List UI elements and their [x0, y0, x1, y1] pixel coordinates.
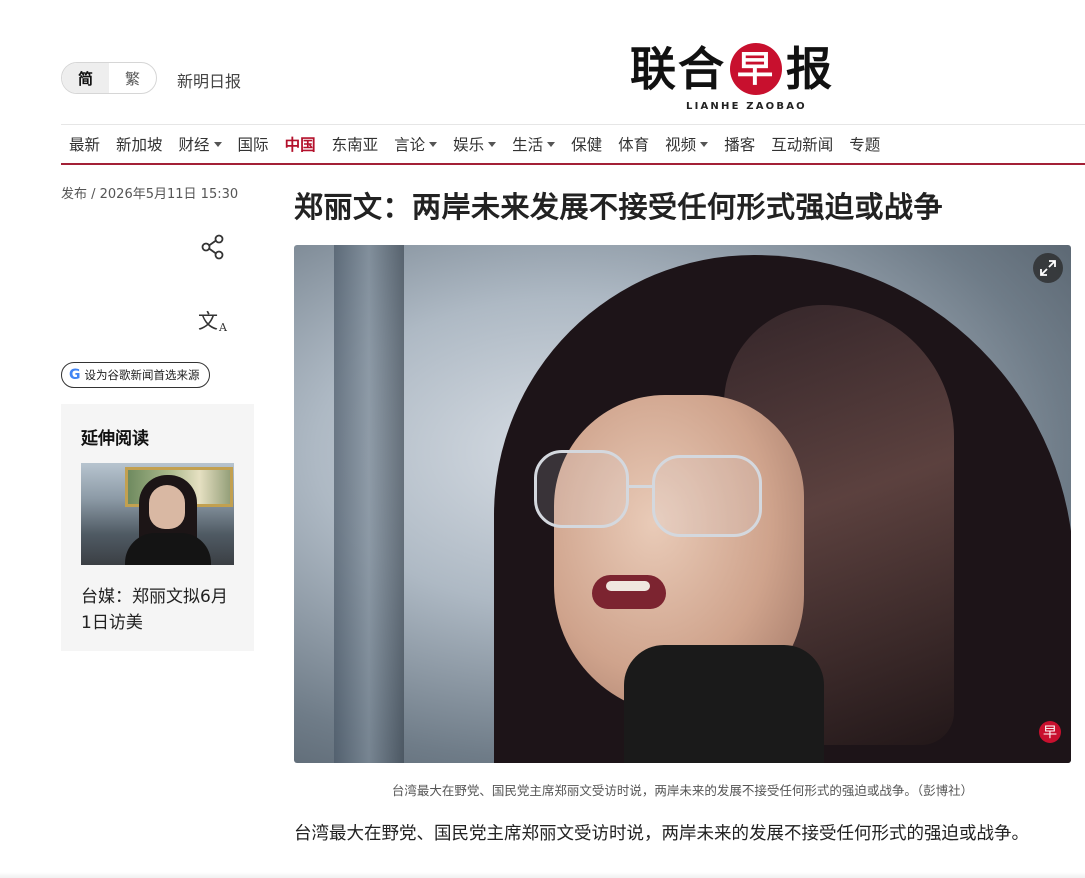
bottom-shadow: [0, 872, 1085, 878]
chevron-down-icon: [547, 141, 556, 147]
nav-item[interactable]: 娱乐: [445, 133, 504, 155]
google-preferred-source-button[interactable]: G 设为谷歌新闻首选来源: [61, 362, 210, 388]
nav-item-label: 播客: [724, 136, 756, 154]
nav-item-label: 保健: [571, 136, 603, 154]
article-paragraph: 台湾最大在野党、国民党主席郑丽文受访时说，两岸未来的发展不接受任何形式的强迫或战…: [294, 824, 1029, 844]
extended-reading-panel: 延伸阅读 台媒：郑丽文拟6月1日访美: [61, 404, 254, 651]
image-caption: 台湾最大在野党、国民党主席郑丽文受访时说，两岸未来的发展不接受任何形式的强迫或战…: [391, 783, 974, 798]
translate-icon-sub: A: [219, 321, 227, 334]
nav-item-label: 体育: [618, 136, 650, 154]
nav-item[interactable]: 专题: [841, 133, 888, 155]
chevron-down-icon: [700, 141, 709, 147]
article-headline: 郑丽文：两岸未来发展不接受任何形式强迫或战争: [294, 190, 944, 224]
chevron-down-icon: [488, 141, 497, 147]
site-logo[interactable]: 联合 早 报 LIANHE ZAOBAO: [630, 42, 855, 118]
main-nav: 最新 新加坡 财经 国际 中国 东南亚 言论 娱乐 生活 保健 体育 视频 播客 互动新闻 专题: [61, 124, 1085, 165]
share-icon: [201, 234, 224, 260]
nav-item-label: 视频: [665, 136, 697, 154]
chevron-down-icon: [213, 141, 222, 147]
google-icon: G: [69, 367, 81, 383]
nav-item-label: 互动新闻: [771, 136, 834, 154]
logo-text-part2: 报: [786, 42, 834, 96]
share-button[interactable]: [198, 232, 228, 262]
nav-item-label: 娱乐: [453, 136, 485, 154]
nav-item-label: 中国: [284, 136, 316, 154]
nav-item[interactable]: 播客: [716, 133, 763, 155]
nav-item-label: 新加坡: [116, 136, 163, 154]
nav-item[interactable]: 国际: [230, 133, 277, 155]
nav-item-label: 财经: [178, 136, 210, 154]
expand-icon: [1040, 260, 1056, 276]
nav-item[interactable]: 中国: [277, 133, 324, 155]
nav-item[interactable]: 体育: [610, 133, 657, 155]
translate-button[interactable]: 文A: [198, 304, 228, 334]
nav-item-label: 最新: [69, 136, 101, 154]
simplified-chinese-option[interactable]: 简: [62, 63, 109, 93]
sister-site-link[interactable]: 新明日报: [177, 68, 241, 92]
traditional-chinese-option[interactable]: 繁: [109, 63, 156, 93]
extended-reading-title: 延伸阅读: [81, 429, 149, 449]
nav-item[interactable]: 东南亚: [324, 133, 387, 155]
chevron-down-icon: [429, 141, 438, 147]
nav-item[interactable]: 视频: [657, 133, 716, 155]
nav-item-label: 专题: [849, 136, 881, 154]
translate-icon: 文: [198, 309, 218, 333]
nav-item[interactable]: 新加坡: [108, 133, 171, 155]
logo-zao-mark: 早: [730, 43, 782, 95]
logo-english: LIANHE ZAOBAO: [686, 101, 807, 112]
nav-item[interactable]: 互动新闻: [763, 133, 841, 155]
google-pref-label: 设为谷歌新闻首选来源: [84, 368, 200, 382]
zaobao-watermark: 早: [1039, 721, 1061, 743]
expand-image-button[interactable]: [1033, 253, 1063, 283]
publish-time: 发布 / 2026年5月11日 15:30: [61, 187, 239, 202]
nav-item-label: 东南亚: [331, 136, 379, 154]
nav-item[interactable]: 生活: [504, 133, 563, 155]
nav-item-label: 言论: [394, 136, 426, 154]
hero-image[interactable]: 早: [294, 245, 1071, 763]
nav-item-label: 生活: [512, 136, 544, 154]
nav-item[interactable]: 最新: [61, 133, 108, 155]
extended-reading-link[interactable]: 台媒：郑丽文拟6月1日访美: [81, 584, 231, 636]
nav-item[interactable]: 言论: [386, 133, 445, 155]
nav-item[interactable]: 保健: [563, 133, 610, 155]
logo-text-part1: 联合: [630, 42, 726, 96]
extended-reading-thumbnail[interactable]: [81, 463, 234, 565]
nav-item-label: 国际: [237, 136, 269, 154]
language-toggle[interactable]: 简 繁: [61, 62, 157, 94]
nav-item[interactable]: 财经: [171, 133, 230, 155]
